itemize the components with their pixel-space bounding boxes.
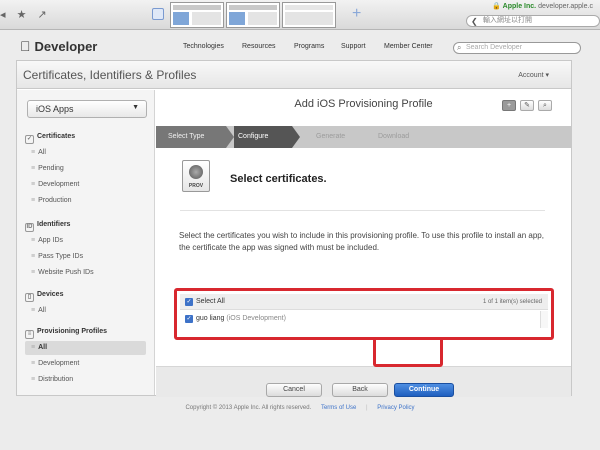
certificate-row[interactable]: ✓ guo liang (iOS Development) [180,311,540,327]
step-download: Download [378,133,410,140]
step-arrow [292,126,300,148]
sidebar-item-certificates-all[interactable]: All [31,149,46,156]
section-title: Certificates, Identifiers & Profiles [23,68,197,82]
sidebar-group-identifiers[interactable]: ID Identifiers [25,221,70,232]
new-tab-plus-icon[interactable]: + [352,5,361,23]
divider [180,210,545,211]
sidebar-item-pass-type-ids[interactable]: Pass Type IDs [31,253,83,260]
step-generate: Generate [316,133,346,140]
cancel-button[interactable]: Cancel [266,383,322,397]
sidebar-item-certificates-development[interactable]: Development [31,181,79,188]
sidebar-item-certificates-pending[interactable]: Pending [31,165,64,172]
nav-technologies[interactable]: Technologies [183,43,224,50]
content-panel: Add iOS Provisioning Profile + ✎ ⌕ Selec… [156,90,571,397]
search-icon: ⌕ [457,43,462,52]
sidebar-group-devices[interactable]: ▯ Devices [25,291,63,302]
step-arrow [226,126,234,148]
developer-header: Developer Technologies Resources Progra… [16,34,581,60]
nav-resources[interactable]: Resources [242,43,275,50]
browser-nav-icons[interactable]: ◂ ★ ↗ [0,8,51,21]
sidebar-group-provisioning-profiles[interactable]: ≡ Provisioning Profiles [25,328,107,339]
address-bar[interactable]: ❮ 輸入網址以打開 [466,15,600,27]
tab-thumbnail[interactable] [226,2,280,28]
search-icon[interactable]: ⌕ [538,100,552,111]
apple-logo-icon:  [20,38,31,54]
continue-button[interactable]: Continue [394,383,454,397]
select-all-label: Select All [196,298,225,305]
nav-member-center[interactable]: Member Center [384,43,433,50]
browser-chrome: ◂ ★ ↗ + 🔒 Apple Inc. developer.apple.c ❮… [0,0,600,30]
platform-select[interactable]: iOS Apps ▼ [27,100,147,118]
certificate-icon: ✓ [25,135,34,144]
tab-thumbnail[interactable] [170,2,224,28]
step-select-type: Select Type [156,126,226,148]
sidebar-item-app-ids[interactable]: App IDs [31,237,63,244]
sidebar-group-certificates[interactable]: ✓ Certificates [25,133,75,144]
sidebar: iOS Apps▼ ✓Certificates All Pending Deve… [17,90,155,395]
search-input[interactable]: ⌕ Search Developer [453,42,581,54]
terms-link[interactable]: Terms of Use [321,405,356,411]
sidebar-item-profiles-distribution[interactable]: Distribution [31,376,73,383]
edit-icon[interactable]: ✎ [520,100,534,111]
back-button[interactable]: Back [332,383,388,397]
nav-programs[interactable]: Programs [294,43,324,50]
device-icon: ▯ [25,293,34,302]
id-icon: ID [25,223,34,232]
account-menu[interactable]: Account ▾ [518,71,549,79]
grid-icon[interactable] [152,8,164,20]
sidebar-item-certificates-production[interactable]: Production [31,197,71,204]
site-identity: 🔒 Apple Inc. developer.apple.c [492,3,593,10]
select-all-row[interactable]: ✓ Select All 1 of 1 item(s) selected [180,294,548,310]
privacy-link[interactable]: Privacy Policy [377,405,414,411]
section-heading: Select certificates. [230,173,327,185]
provisioning-profile-icon: PROV [182,160,210,192]
sidebar-item-profiles-all[interactable]: All [25,341,146,355]
page-footer: Copyright © 2013 Apple Inc. All rights r… [185,405,415,411]
nav-support[interactable]: Support [341,43,366,50]
continue-highlight [373,337,443,367]
profile-icon: ≡ [25,330,34,339]
main-frame: Certificates, Identifiers & Profiles Acc… [16,60,572,397]
sidebar-item-website-push-ids[interactable]: Website Push IDs [31,269,94,276]
developer-logo[interactable]: Developer [20,38,97,54]
certificate-list: ✓ Select All 1 of 1 item(s) selected ✓ g… [174,288,554,340]
select-all-checkbox[interactable]: ✓ [185,298,193,306]
list-scrollbar[interactable] [540,311,548,328]
section-header: Certificates, Identifiers & Profiles Acc… [17,61,571,89]
back-arrow-icon[interactable]: ❮ [471,17,478,27]
certificate-checkbox[interactable]: ✓ [185,315,193,323]
sidebar-item-profiles-development[interactable]: Development [31,360,79,367]
step-configure: Configure [234,126,292,148]
certificate-label: guo liang (iOS Development) [196,315,286,322]
selection-count: 1 of 1 item(s) selected [482,299,542,305]
copyright-text: Copyright © 2013 Apple Inc. All rights r… [185,405,312,411]
description-text: Select the certificates you wish to incl… [179,231,544,252]
dropdown-caret-icon: ▼ [132,104,139,111]
sidebar-item-devices-all[interactable]: All [31,307,46,314]
add-icon[interactable]: + [502,100,516,111]
wizard-steps: Select Type Configure Generate Download [156,126,571,148]
tab-thumbnail[interactable] [282,2,336,28]
